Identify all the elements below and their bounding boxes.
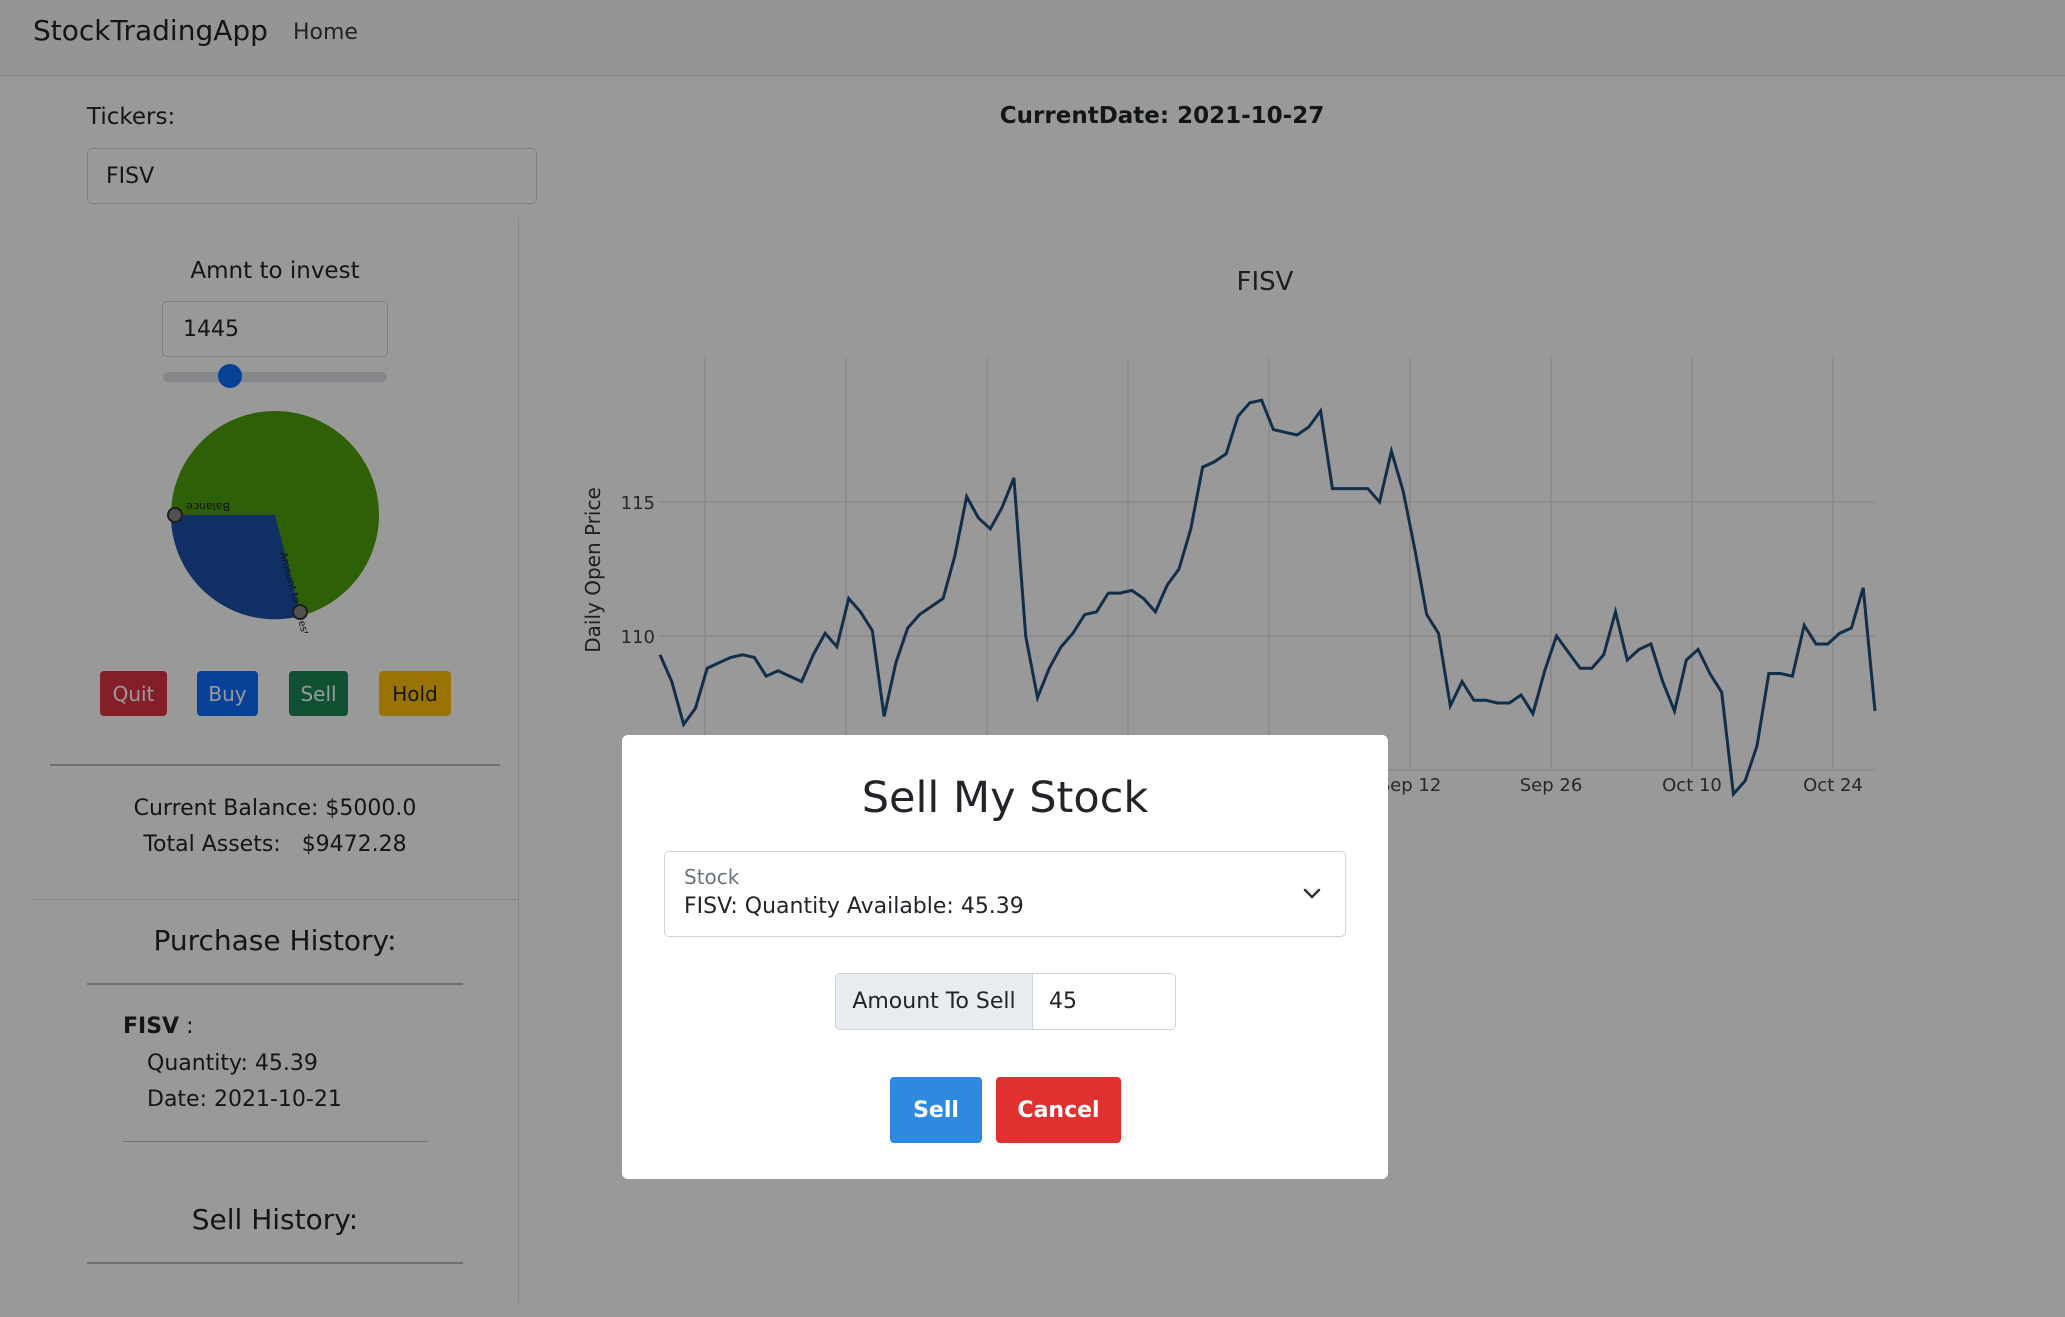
amount-to-sell-label: Amount To Sell xyxy=(836,974,1033,1029)
stock-select[interactable]: Stock FISV: Quantity Available: 45.39 xyxy=(664,851,1346,937)
stock-select-label: Stock xyxy=(684,865,740,889)
page: StockTradingApp Home Tickers: Amnt to in… xyxy=(0,0,2065,1317)
modal-cancel-button[interactable]: Cancel xyxy=(996,1077,1121,1143)
modal-title: Sell My Stock xyxy=(861,773,1149,823)
amount-to-sell-input[interactable] xyxy=(1033,974,1175,1029)
stock-select-value: FISV: Quantity Available: 45.39 xyxy=(684,894,1024,919)
modal-sell-button[interactable]: Sell xyxy=(890,1077,982,1143)
chevron-down-icon xyxy=(1303,888,1321,899)
amount-input-group: Amount To Sell xyxy=(835,973,1176,1030)
sell-modal: Sell My Stock Stock FISV: Quantity Avail… xyxy=(622,735,1388,1179)
